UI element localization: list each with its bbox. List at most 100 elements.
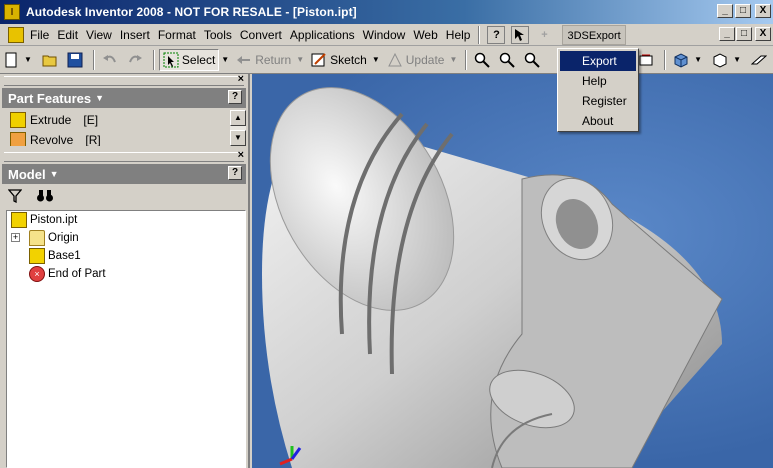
select-cursor-icon: [163, 52, 179, 67]
feature-label: Revolve: [30, 133, 74, 146]
find-binoculars-icon[interactable]: [36, 189, 54, 203]
menu-edit[interactable]: Edit: [53, 25, 82, 45]
undo-button[interactable]: [99, 49, 124, 71]
menu-item-register[interactable]: Register: [560, 91, 636, 111]
menu-convert[interactable]: Convert: [236, 25, 286, 45]
panel-grip[interactable]: ×: [4, 149, 244, 162]
maximize-button[interactable]: □: [735, 4, 751, 18]
sketch-button[interactable]: Sketch: [308, 49, 370, 71]
doc-close-button[interactable]: X: [755, 27, 771, 41]
piston-model-render: [262, 87, 723, 468]
menu-help[interactable]: Help: [442, 25, 475, 45]
new-dropdown-icon[interactable]: ▼: [24, 55, 32, 64]
model-tree: Piston.ipt + Origin Base1 × End of Part: [6, 210, 246, 468]
menu-tools[interactable]: Tools: [200, 25, 236, 45]
display-mode-button[interactable]: ▼: [670, 49, 709, 71]
redo-button[interactable]: [124, 49, 149, 71]
chevron-down-icon[interactable]: ▼: [95, 93, 104, 103]
document-icon[interactable]: [8, 26, 24, 43]
feature-shortcut: [R]: [85, 133, 101, 146]
sketch-dropdown-icon[interactable]: ▼: [372, 55, 380, 64]
menu-view[interactable]: View: [82, 25, 116, 45]
new-file-icon: [5, 52, 17, 67]
part-features-title: Part Features: [8, 90, 92, 106]
part-features-help-button[interactable]: ?: [228, 90, 242, 104]
inventor-app-icon[interactable]: I: [4, 4, 20, 20]
zoom-all-icon: [475, 52, 491, 68]
zoom-window-button[interactable]: [521, 49, 546, 71]
window-title: Autodesk Inventor 2008 - NOT FOR RESALE …: [26, 5, 357, 19]
chevron-down-icon[interactable]: ▼: [50, 169, 59, 179]
part-features-header[interactable]: Part Features ▼ ?: [2, 88, 246, 108]
camera-button[interactable]: ▼: [709, 49, 748, 71]
section-plane-icon: [751, 55, 767, 64]
menu-applications[interactable]: Applications: [286, 25, 359, 45]
shaded-cube-icon: [674, 52, 688, 68]
scroll-down-icon[interactable]: ▼: [230, 130, 246, 146]
tree-label: Piston.ipt: [30, 214, 78, 226]
panel-grip[interactable]: ×: [4, 73, 244, 86]
select-button[interactable]: Select: [158, 48, 220, 71]
feature-revolve[interactable]: Revolve [R]: [2, 130, 246, 146]
close-panel-icon[interactable]: ×: [238, 73, 244, 85]
zoom-all-button[interactable]: [471, 49, 496, 71]
save-button[interactable]: [64, 49, 89, 71]
zoom-button[interactable]: [496, 49, 521, 71]
help-topics-icon[interactable]: ?: [487, 25, 506, 44]
update-button[interactable]: Update: [384, 49, 448, 71]
model-header[interactable]: Model ▼ ?: [2, 164, 246, 184]
display-mode-dropdown-icon[interactable]: ▼: [694, 55, 702, 64]
window-controls: _ □ X: [717, 4, 771, 18]
close-button[interactable]: X: [755, 4, 771, 18]
whats-this-icon[interactable]: [511, 25, 530, 44]
add-icon[interactable]: +: [535, 25, 554, 44]
sectioning-button[interactable]: [748, 49, 773, 71]
part-features-scrollbar[interactable]: ▲ ▼: [230, 110, 246, 146]
extrude-icon: [10, 112, 26, 128]
menu-insert[interactable]: Insert: [116, 25, 154, 45]
doc-restore-button[interactable]: □: [736, 27, 752, 41]
menu-format[interactable]: Format: [154, 25, 200, 45]
menu-separator: [478, 25, 481, 44]
menu-window[interactable]: Window: [359, 25, 410, 45]
3dsexport-dropdown-menu: Export Help Register About: [557, 48, 639, 132]
tree-item-end-of-part[interactable]: × End of Part: [7, 265, 245, 283]
menu-item-help[interactable]: Help: [560, 71, 636, 91]
expand-plus-icon[interactable]: +: [11, 233, 20, 242]
menu-item-about[interactable]: About: [560, 111, 636, 131]
update-icon: [387, 52, 402, 66]
menu-web[interactable]: Web: [409, 25, 441, 45]
new-button[interactable]: ▼: [0, 49, 39, 71]
minimize-button[interactable]: _: [717, 4, 733, 18]
end-of-part-icon: ×: [29, 266, 45, 282]
return-dropdown-icon[interactable]: ▼: [296, 55, 304, 64]
menu-file[interactable]: File: [26, 25, 53, 45]
scroll-up-icon[interactable]: ▲: [230, 110, 246, 126]
tree-item-base1[interactable]: Base1: [7, 247, 245, 265]
return-button[interactable]: Return: [233, 49, 294, 71]
menu-item-export[interactable]: Export: [560, 51, 636, 71]
close-panel-icon[interactable]: ×: [238, 149, 244, 161]
doc-minimize-button[interactable]: _: [719, 27, 735, 41]
title-bar: I Autodesk Inventor 2008 - NOT FOR RESAL…: [0, 0, 773, 24]
select-dropdown-icon[interactable]: ▼: [221, 55, 229, 64]
tree-label: Base1: [48, 250, 81, 262]
update-label: Update: [405, 52, 445, 67]
camera-dropdown-icon[interactable]: ▼: [733, 55, 741, 64]
menu-3dsexport[interactable]: 3DSExport: [562, 24, 626, 45]
tree-item-origin[interactable]: + Origin: [7, 229, 245, 247]
update-dropdown-icon[interactable]: ▼: [449, 55, 457, 64]
graphics-viewport[interactable]: [252, 74, 773, 468]
feature-extrude[interactable]: Extrude [E]: [2, 110, 246, 130]
open-button[interactable]: [39, 49, 64, 71]
model-help-button[interactable]: ?: [228, 166, 242, 180]
toolbar-separator: [92, 49, 95, 70]
zoom-window-icon: [525, 52, 541, 68]
feature-shortcut: [E]: [83, 113, 99, 127]
tree-item-piston[interactable]: Piston.ipt: [7, 211, 245, 229]
folder-icon: [29, 230, 45, 246]
standard-toolbar: ▼ Select ▼ Return ▼ Sketch ▼ Update ▼ ▼ …: [0, 46, 773, 74]
open-folder-icon: [42, 55, 57, 66]
filter-icon[interactable]: [8, 189, 22, 203]
undo-arrow-icon: [102, 54, 116, 62]
